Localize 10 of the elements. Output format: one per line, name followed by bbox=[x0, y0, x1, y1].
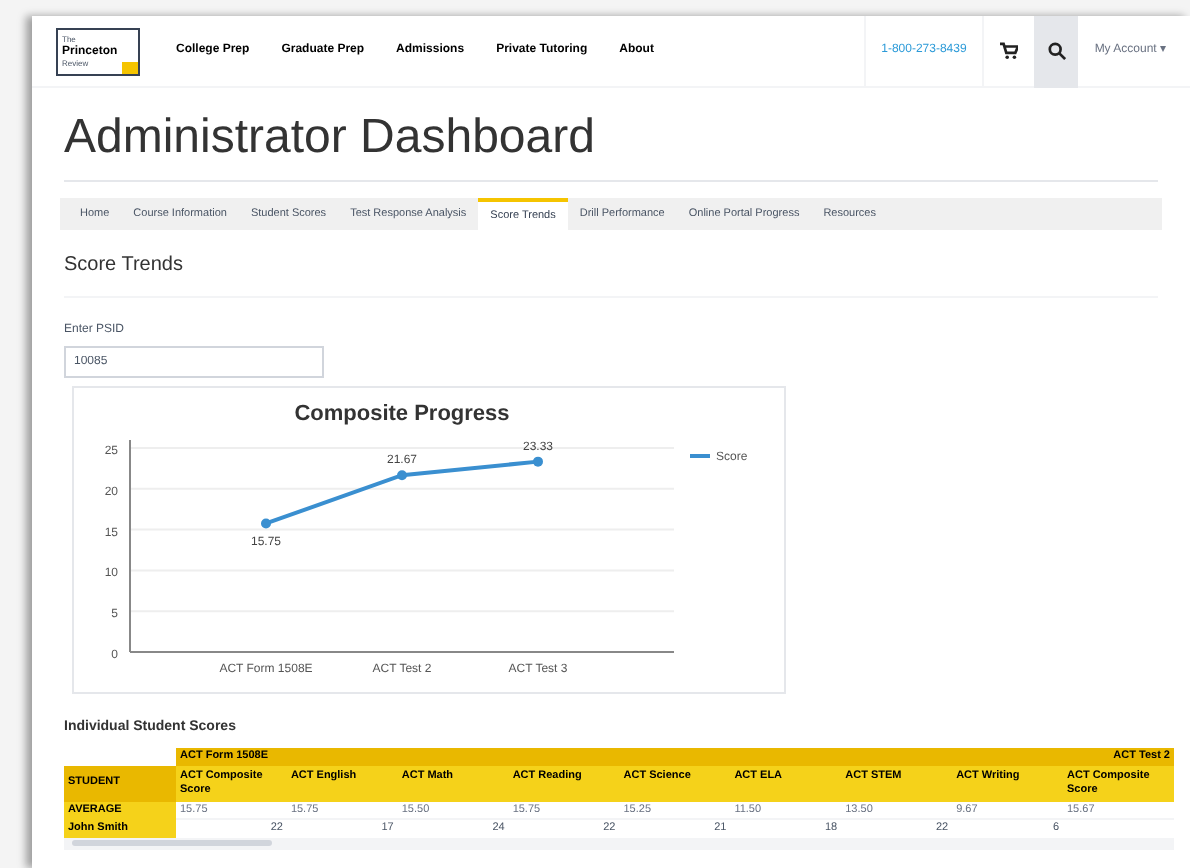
cart-icon[interactable] bbox=[1000, 42, 1019, 60]
search-icon[interactable] bbox=[1034, 15, 1079, 87]
data-point bbox=[533, 456, 543, 467]
data-point bbox=[261, 518, 271, 529]
section-title: Score Trends bbox=[64, 250, 1158, 298]
scrollbar-thumb[interactable] bbox=[72, 840, 272, 846]
data-point bbox=[397, 470, 407, 481]
chart-title: Composite Progress bbox=[294, 402, 510, 426]
page-title: Administrator Dashboard bbox=[64, 108, 1158, 182]
logo-corner-icon bbox=[122, 61, 138, 73]
